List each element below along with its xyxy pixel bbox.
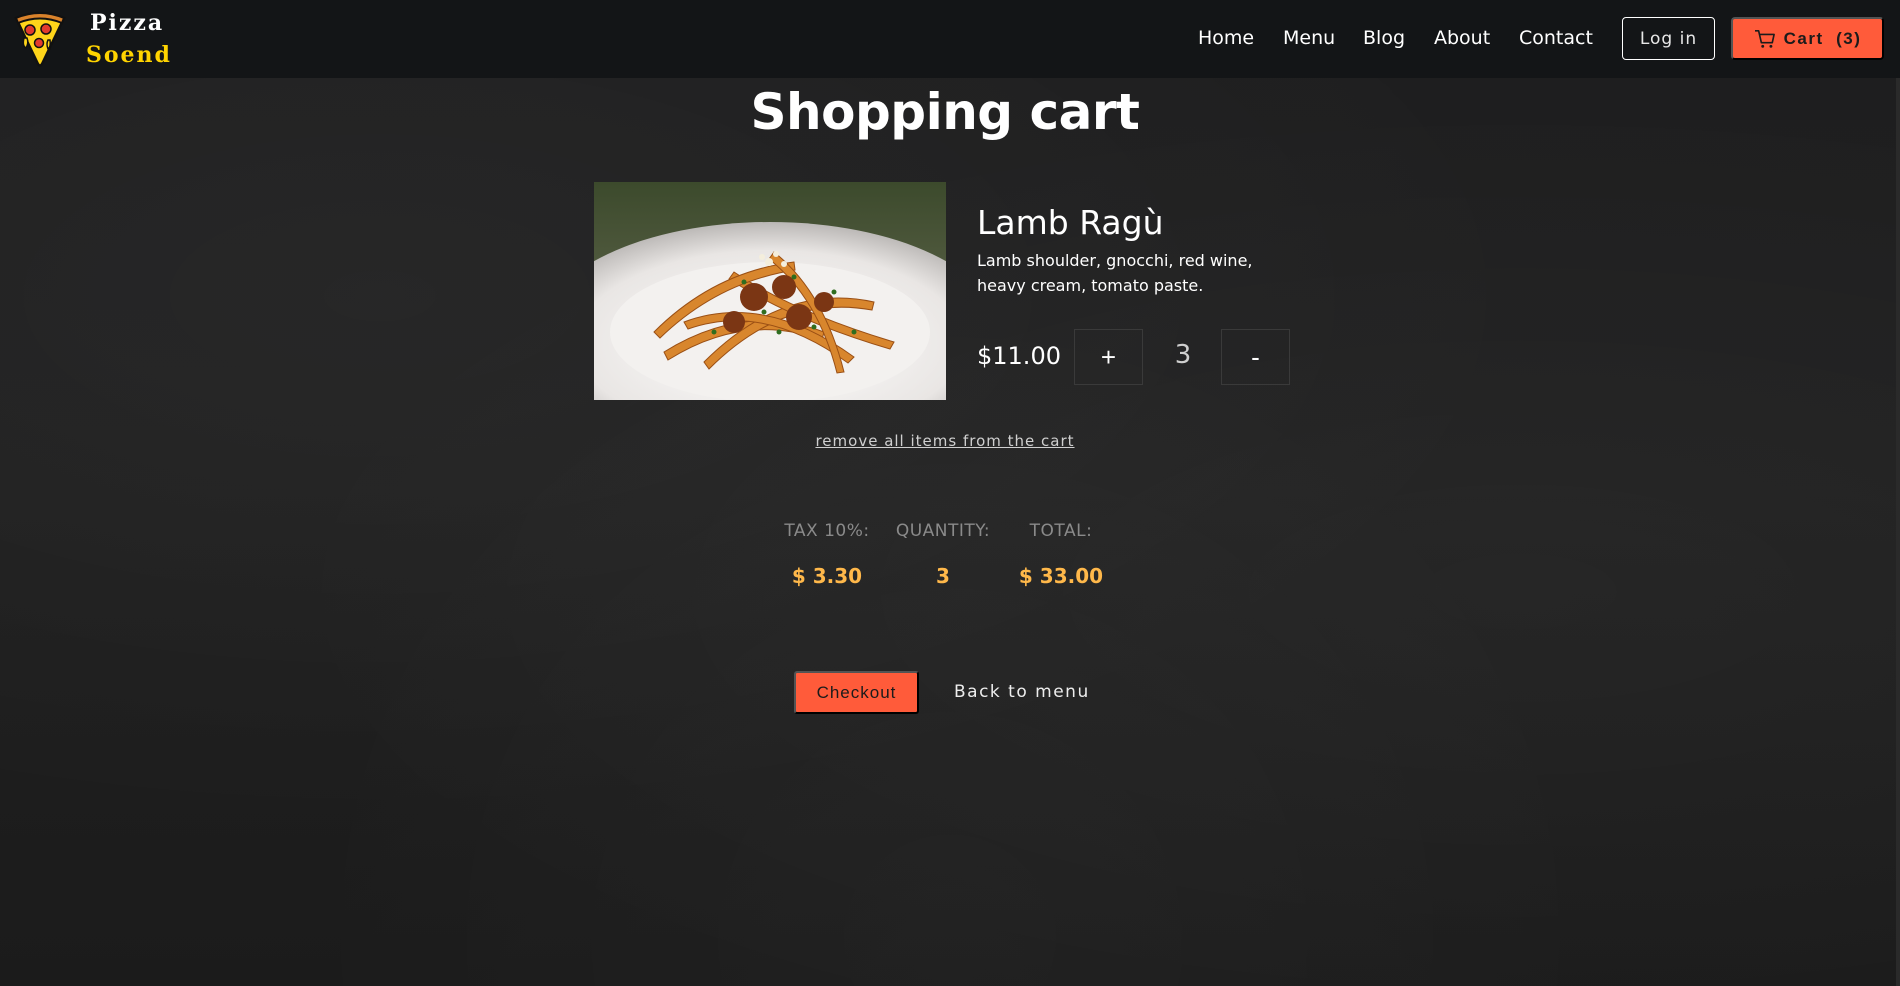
nav-contact[interactable]: Contact [1519, 27, 1593, 49]
increment-button[interactable]: + [1074, 329, 1143, 385]
cart-button-label: Cart (3) [1783, 28, 1862, 48]
nav-blog[interactable]: Blog [1363, 27, 1405, 49]
tax-label: TAX 10%: [784, 521, 870, 541]
item-name: Lamb Ragù [977, 203, 1164, 242]
quantity-label: QUANTITY: [895, 521, 991, 541]
remove-all-link[interactable]: remove all items from the cart [0, 432, 1890, 450]
total-label: TOTAL: [1029, 521, 1093, 541]
nav-menu[interactable]: Menu [1283, 27, 1335, 49]
login-button[interactable]: Log in [1622, 17, 1715, 60]
page-title: Shopping cart [750, 83, 1140, 141]
item-image [594, 182, 946, 400]
decrement-button[interactable]: - [1221, 329, 1290, 385]
brand-name-line1[interactable]: Pizza [90, 10, 164, 36]
quantity-total-value: 3 [936, 564, 950, 588]
brand-name-line2[interactable]: Soend [86, 42, 172, 68]
pizza-slice-icon[interactable] [12, 8, 68, 68]
back-to-menu-link[interactable]: Back to menu [954, 682, 1090, 702]
nav-home[interactable]: Home [1198, 27, 1254, 49]
scrollbar[interactable] [1896, 0, 1900, 986]
page-background [0, 0, 1900, 986]
nav-about[interactable]: About [1434, 27, 1490, 49]
quantity-value: 3 [1174, 340, 1192, 370]
item-description: Lamb shoulder, gnocchi, red wine, heavy … [977, 251, 1253, 295]
shopping-cart-icon [1754, 29, 1775, 48]
total-value: $ 33.00 [1018, 564, 1104, 588]
checkout-button[interactable]: Checkout [794, 671, 919, 714]
item-price: $11.00 [977, 342, 1061, 370]
tax-value: $ 3.30 [791, 564, 863, 588]
cart-button[interactable]: Cart (3) [1731, 17, 1884, 60]
site-header: Pizza Soend Home Menu Blog About Contact… [0, 0, 1900, 78]
